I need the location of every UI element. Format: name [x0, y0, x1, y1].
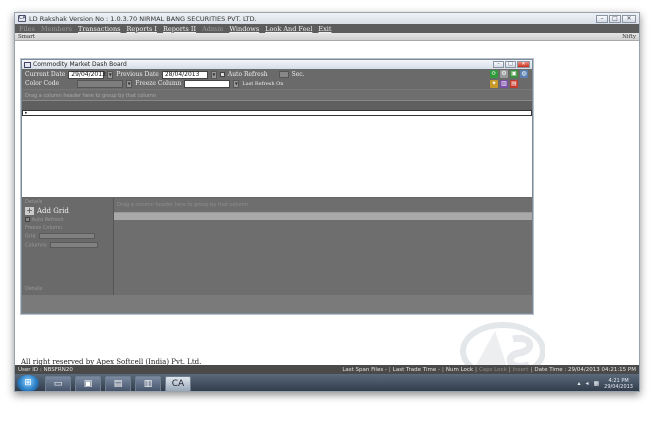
- minimize-button[interactable]: –: [596, 14, 608, 23]
- grid-header[interactable]: [22, 100, 532, 110]
- grid-select[interactable]: [39, 233, 96, 239]
- status-user-id: User ID : NBSFRN20: [18, 366, 73, 373]
- status-bar: User ID : NBSFRN20 Last Span Files - | La…: [15, 365, 639, 374]
- app-title: LD Rakshak Version No : 1.0.3.70 NIRMAL …: [29, 14, 257, 23]
- start-button-icon[interactable]: ⊞: [17, 375, 39, 391]
- settings-icon[interactable]: ⚙: [500, 70, 508, 78]
- sec-label: Sec.: [291, 71, 305, 78]
- lower-panel: Details + Add Grid Auto Refresh Freeze C…: [22, 198, 532, 295]
- system-tray: ▴ ◂ ▦ 4:21 PM 29/04/2013: [577, 378, 637, 390]
- filter-panel: Current Date 29/04/2013 ▼ Previous Date …: [22, 69, 532, 89]
- app-titlebar: CA LD Rakshak Version No : 1.0.3.70 NIRM…: [15, 13, 639, 24]
- menu-transactions[interactable]: Transactions: [78, 25, 120, 33]
- lower-auto-refresh-label: Auto Refresh: [31, 217, 64, 223]
- freeze-column-dropdown-icon[interactable]: ▼: [233, 79, 240, 88]
- media-taskbar-icon[interactable]: ▣: [75, 375, 101, 391]
- auto-refresh-checkbox[interactable]: [219, 72, 225, 77]
- status-num-lock: Num Lock: [445, 366, 474, 373]
- refresh-icon[interactable]: ⟳: [490, 70, 498, 78]
- dashboard-minimize-button[interactable]: –: [493, 61, 504, 68]
- print-icon[interactable]: ▤: [510, 80, 518, 88]
- color-code-select[interactable]: [77, 79, 124, 88]
- dashboard-title: Commodity Market Dash Board: [33, 61, 127, 68]
- clock-date: 29/04/2013: [604, 383, 633, 390]
- dashboard-maximize-button[interactable]: □: [505, 61, 516, 68]
- add-grid-label: Add Grid: [37, 207, 69, 215]
- status-insert: Insert: [512, 366, 529, 373]
- status-last-trade: Last Trade Time -: [392, 366, 440, 373]
- menu-look-and-feel[interactable]: Look And Feel: [265, 25, 312, 33]
- dashboard-icon: [24, 61, 31, 68]
- app-logo-icon: CA: [18, 15, 26, 22]
- menu-windows[interactable]: Windows: [229, 25, 259, 33]
- group-by-bar[interactable]: Drag a column header here to group by th…: [22, 89, 532, 100]
- color-code-dropdown-icon[interactable]: ▼: [126, 79, 133, 88]
- toolbar-icons: ⟳ ⚙ ▣ ◍ ✦ ▥ ▤: [490, 70, 528, 88]
- color-code-label: Color Code: [25, 80, 60, 87]
- refresh-seconds-input[interactable]: [278, 71, 289, 78]
- last-refresh-label: Last Refresh On: [242, 80, 284, 87]
- current-date-input[interactable]: 29/04/2013: [68, 70, 106, 79]
- plus-icon: +: [25, 206, 34, 215]
- grid-body[interactable]: [22, 116, 532, 198]
- freeze-column-label: Freeze Column: [135, 80, 182, 87]
- dashboard-titlebar: Commodity Market Dash Board – □ ✕: [22, 60, 532, 69]
- secondary-group-hint[interactable]: Drag a column header here to group by th…: [114, 198, 532, 212]
- grid-settings-panel: Details + Add Grid Auto Refresh Freeze C…: [22, 198, 114, 295]
- taskbar: ⊞ ▭ ▣ ▤ ▥ CA ▴ ◂ ▦ 4:21 PM 29/04/2013: [15, 374, 639, 391]
- volume-icon[interactable]: ◂: [585, 380, 588, 387]
- menu-members[interactable]: Members: [41, 25, 72, 33]
- details-label: Details: [25, 199, 43, 205]
- current-date-label: Current Date: [25, 71, 66, 78]
- menu-exit[interactable]: Exit: [318, 25, 331, 33]
- columns-label: Columns: [25, 242, 47, 248]
- smart-bar: Smart Nifty: [15, 33, 639, 41]
- dashboard-window-controls: – □ ✕: [493, 61, 530, 68]
- auto-refresh-label: Auto Refresh: [227, 71, 268, 78]
- menu-admin[interactable]: Admin: [202, 25, 223, 33]
- freeze-column-select[interactable]: [184, 79, 231, 88]
- maximize-button[interactable]: □: [609, 14, 621, 23]
- folder-taskbar-icon[interactable]: ▥: [135, 375, 161, 391]
- dashboard-close-button[interactable]: ✕: [517, 61, 530, 68]
- smart-label[interactable]: Smart: [18, 34, 35, 40]
- row-indicator-icon: ▸: [25, 110, 28, 116]
- current-date-dropdown-icon[interactable]: ▼: [107, 70, 114, 79]
- export-icon[interactable]: ▣: [510, 70, 518, 78]
- clock[interactable]: 4:21 PM 29/04/2013: [604, 378, 633, 390]
- details-bottom-label: Details: [25, 286, 43, 292]
- globe-icon[interactable]: ◍: [520, 70, 528, 78]
- status-caps-lock: Caps Lock: [478, 366, 507, 373]
- explorer-taskbar-icon[interactable]: ▭: [45, 375, 71, 391]
- app-window-controls: – □ ✕: [596, 14, 636, 23]
- menu-reports-1[interactable]: Reports I: [126, 25, 157, 33]
- add-grid-button[interactable]: + Add Grid: [22, 206, 113, 216]
- lower-freeze-column-label: Freeze Column: [25, 225, 63, 231]
- app-window: CA LD Rakshak Version No : 1.0.3.70 NIRM…: [14, 12, 640, 392]
- status-datetime: Date Time : 29/04/2013 04:21:15 PM: [534, 366, 636, 373]
- secondary-grid-header[interactable]: [114, 212, 532, 220]
- previous-date-label: Previous Date: [116, 71, 159, 78]
- lower-auto-refresh-checkbox[interactable]: [25, 217, 30, 222]
- menu-files[interactable]: Files: [19, 25, 35, 33]
- tray-arrow-icon[interactable]: ▴: [577, 380, 580, 387]
- grid-new-row[interactable]: ▸: [22, 110, 532, 116]
- rakshak-taskbar-icon[interactable]: CA: [165, 375, 191, 391]
- menu-bar: Files Members Transactions Reports I Rep…: [15, 24, 639, 33]
- winrar-taskbar-icon[interactable]: ▤: [105, 375, 131, 391]
- dashboard-window: Commodity Market Dash Board – □ ✕ Curren…: [21, 59, 533, 314]
- close-button[interactable]: ✕: [622, 14, 636, 23]
- menu-reports-2[interactable]: Reports II: [163, 25, 196, 33]
- status-last-span: Last Span Files -: [342, 366, 387, 373]
- previous-date-input[interactable]: 28/04/2013: [161, 70, 208, 79]
- grid-label: Grid: [25, 233, 36, 240]
- chart-icon[interactable]: ▥: [500, 80, 508, 88]
- columns-select[interactable]: [50, 241, 99, 248]
- secondary-grid: Drag a column header here to group by th…: [114, 198, 532, 295]
- network-icon[interactable]: ▦: [594, 380, 600, 387]
- star-icon[interactable]: ✦: [490, 80, 498, 88]
- nifty-label[interactable]: Nifty: [622, 34, 636, 40]
- previous-date-dropdown-icon[interactable]: ▼: [210, 70, 217, 79]
